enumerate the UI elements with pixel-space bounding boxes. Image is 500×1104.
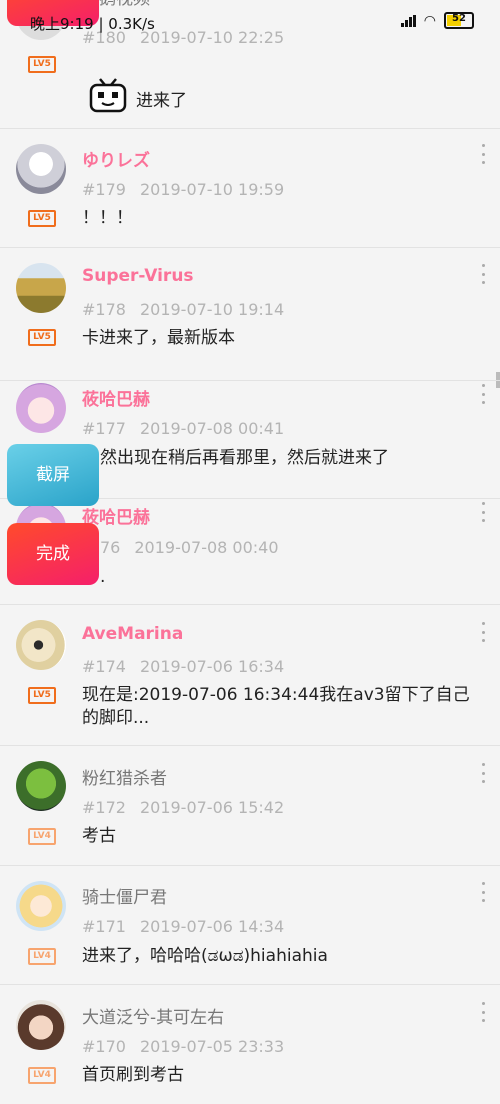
avatar[interactable] bbox=[16, 263, 66, 313]
more-options-icon[interactable] bbox=[480, 882, 486, 902]
timestamp: 2019-07-06 15:42 bbox=[139, 798, 285, 817]
level-badge: LV5 bbox=[28, 210, 56, 227]
level-badge: LV4 bbox=[28, 828, 56, 845]
floor-number: #174 bbox=[82, 657, 126, 676]
wifi-icon: ◠ bbox=[423, 12, 436, 29]
level-badge: LV4 bbox=[28, 1067, 56, 1084]
tv-emoji-icon bbox=[89, 78, 127, 113]
timestamp: 2019-07-10 19:14 bbox=[139, 300, 285, 319]
avatar[interactable] bbox=[16, 144, 66, 194]
comment-meta: 76 2019-07-08 00:40 bbox=[82, 538, 279, 557]
avatar[interactable] bbox=[16, 620, 66, 670]
floor-number: #178 bbox=[82, 300, 126, 319]
comment-text: 然出现在稍后再看那里，然后就进来了 bbox=[100, 448, 389, 468]
comment-text: . bbox=[100, 567, 106, 587]
username[interactable]: 大道泛兮-其可左右 bbox=[82, 1003, 224, 1028]
comment-text: 进来了，哈哈哈(ಡωಡ)hiahiahia bbox=[82, 946, 328, 966]
status-time-speed: 晚上9:19 | 0.3K/s bbox=[30, 15, 155, 33]
more-options-icon[interactable] bbox=[480, 622, 486, 642]
more-options-icon[interactable] bbox=[480, 763, 486, 783]
avatar[interactable] bbox=[16, 1000, 66, 1050]
more-options-icon[interactable] bbox=[480, 384, 486, 404]
floor-number: #177 bbox=[82, 419, 126, 438]
signal-icon bbox=[400, 14, 416, 27]
comment-meta: #177 2019-07-08 00:41 bbox=[82, 419, 284, 438]
level-badge: LV5 bbox=[28, 687, 56, 704]
comment-text: 卡进来了，最新版本 bbox=[82, 328, 235, 348]
comment-meta: #171 2019-07-06 14:34 bbox=[82, 917, 284, 936]
comment-meta: #178 2019-07-10 19:14 bbox=[82, 300, 284, 319]
done-button[interactable]: 完成 bbox=[7, 523, 99, 585]
comment-item: LV4 骑士僵尸君 #171 2019-07-06 14:34 进来了，哈哈哈(ಡ… bbox=[0, 865, 500, 985]
more-options-icon[interactable] bbox=[480, 1002, 486, 1022]
status-icons: ◠ 52 bbox=[400, 12, 474, 29]
comment-text: ！！！ bbox=[82, 208, 133, 228]
status-bar: 晚上9:19 | 0.3K/s ◠ 52 bbox=[0, 0, 500, 44]
timestamp: 2019-07-08 00:40 bbox=[134, 538, 279, 557]
battery-icon: 52 bbox=[444, 12, 474, 29]
comment-item: LV4 大道泛兮-其可左右 #170 2019-07-05 23:33 首页刷到考… bbox=[0, 984, 500, 1104]
timestamp: 2019-07-06 16:34 bbox=[139, 657, 285, 676]
comment-item: LV5 ゆりレズ #179 2019-07-10 19:59 ！！！ bbox=[0, 128, 500, 248]
username[interactable]: 莜哈巴赫 bbox=[82, 385, 150, 410]
username[interactable]: 骑士僵尸君 bbox=[82, 883, 167, 908]
comment-meta: #179 2019-07-10 19:59 bbox=[82, 180, 284, 199]
comment-text: 进来了 bbox=[136, 91, 187, 111]
username[interactable]: 粉红猎杀者 bbox=[82, 764, 167, 789]
comment-item: LV5 AveMarina #174 2019-07-06 16:34 现在是:2… bbox=[0, 604, 500, 746]
screenshot-button[interactable]: 截屏 bbox=[7, 444, 99, 506]
floor-number: #171 bbox=[82, 917, 126, 936]
timestamp: 2019-07-06 14:34 bbox=[139, 917, 285, 936]
comment-text: 首页刷到考古 bbox=[82, 1065, 184, 1085]
timestamp: 2019-07-08 00:41 bbox=[139, 419, 285, 438]
floor-number: #172 bbox=[82, 798, 126, 817]
comment-meta: #172 2019-07-06 15:42 bbox=[82, 798, 284, 817]
avatar[interactable] bbox=[16, 881, 66, 931]
comment-item: LV4 粉红猎杀者 #172 2019-07-06 15:42 考古 bbox=[0, 745, 500, 866]
comment-meta: #170 2019-07-05 23:33 bbox=[82, 1037, 284, 1056]
comment-text: 考古 bbox=[82, 826, 116, 846]
battery-level: 52 bbox=[452, 13, 466, 24]
timestamp: 2019-07-10 19:59 bbox=[139, 180, 285, 199]
comment-meta: #174 2019-07-06 16:34 bbox=[82, 657, 284, 676]
more-options-icon[interactable] bbox=[480, 502, 486, 522]
level-badge: LV5 bbox=[28, 56, 56, 73]
username[interactable]: ゆりレズ bbox=[82, 146, 150, 171]
avatar[interactable] bbox=[16, 383, 66, 433]
floor-number: 76 bbox=[100, 538, 121, 557]
timestamp: 2019-07-05 23:33 bbox=[139, 1037, 285, 1056]
floor-number: #179 bbox=[82, 180, 126, 199]
more-options-icon[interactable] bbox=[480, 144, 486, 164]
level-badge: LV5 bbox=[28, 329, 56, 346]
avatar[interactable] bbox=[16, 761, 66, 811]
username[interactable]: AveMarina bbox=[82, 624, 183, 644]
comment-item: LV5 Super-Virus #178 2019-07-10 19:14 卡进来… bbox=[0, 247, 500, 381]
comment-text: 现在是:2019-07-06 16:34:44我在av3留下了自己的脚印... bbox=[82, 685, 470, 728]
floor-number: #170 bbox=[82, 1037, 126, 1056]
more-options-icon[interactable] bbox=[480, 264, 486, 284]
username[interactable]: Super-Virus bbox=[82, 266, 194, 286]
level-badge: LV4 bbox=[28, 948, 56, 965]
